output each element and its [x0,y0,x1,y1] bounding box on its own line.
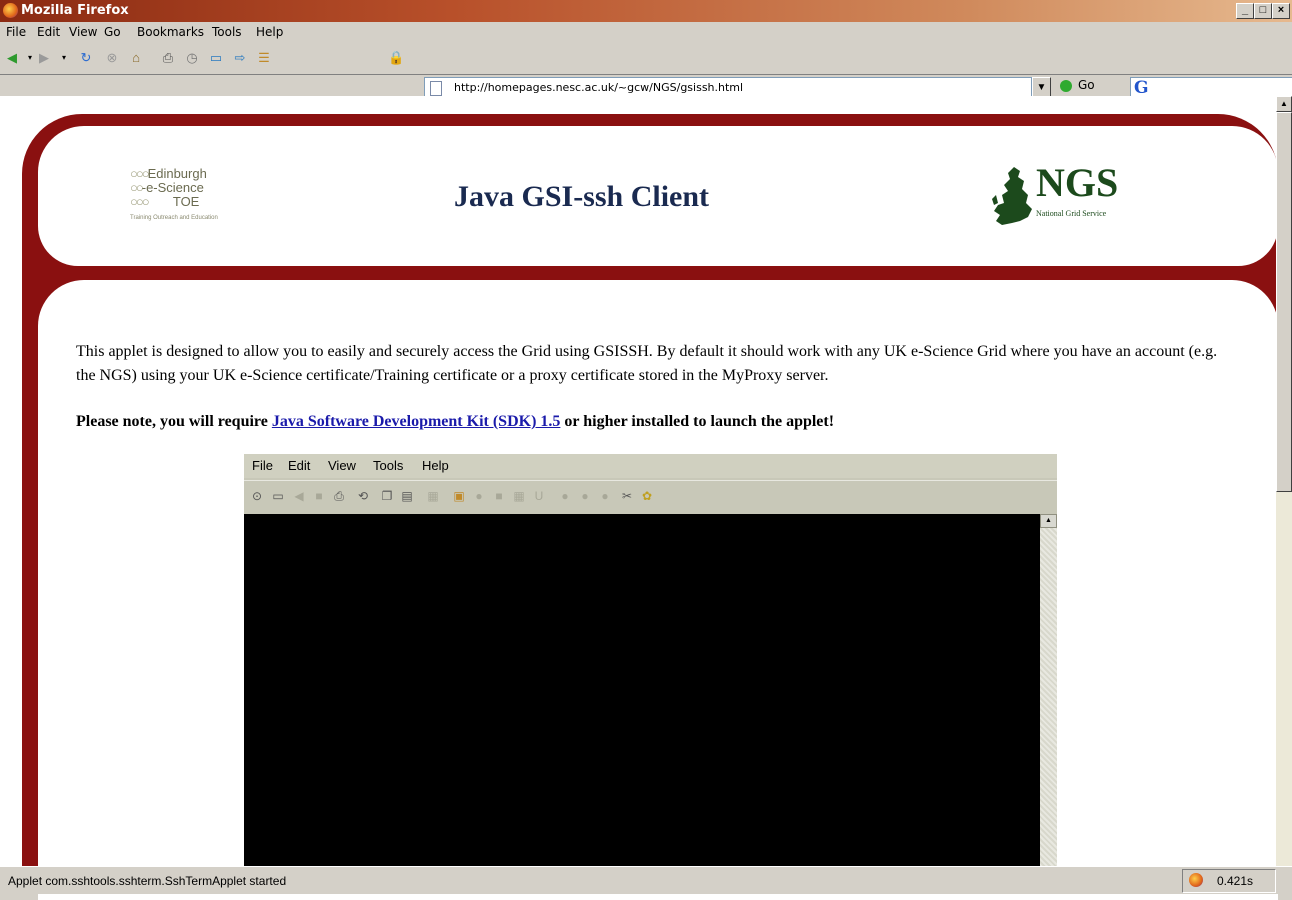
stop-icon[interactable]: ⊗ [104,50,120,66]
status-text: Applet com.sshtools.sshterm.SshTermApple… [8,874,287,888]
page-title: Java GSI-ssh Client [454,180,710,213]
refresh-icon[interactable]: ⟲ [354,487,372,505]
forward-icon[interactable]: ▶ [36,50,52,66]
lock-icon: 🔒 [388,50,405,65]
about-icon[interactable]: ✿ [638,487,656,505]
window-title: Mozilla Firefox [21,3,129,18]
sftp-icon[interactable]: ● [556,487,574,505]
note-prefix: Please note, you will require [76,413,272,430]
scroll-up-icon[interactable]: ▲ [1040,514,1057,528]
shell-icon[interactable]: ● [596,487,614,505]
paste-icon[interactable]: ▤ [398,487,416,505]
new-window-icon[interactable]: ▭ [208,50,224,66]
telnet-icon[interactable]: ● [576,487,594,505]
uk-map-icon [992,167,1032,225]
note-suffix: or higher installed to launch the applet… [560,413,835,430]
scroll-thumb[interactable] [1276,112,1292,492]
applet-menu-bar: File Edit View Tools Help [244,454,1057,478]
tunnel-icon[interactable]: U [530,487,548,505]
settings-icon[interactable]: ✂ [618,487,636,505]
maximize-button[interactable]: □ [1254,3,1272,19]
copy-icon[interactable]: ❐ [378,487,396,505]
menu-view[interactable]: View [69,25,97,39]
applet-menu-file[interactable]: File [252,458,273,473]
menu-bookmarks[interactable]: Bookmarks [137,25,204,39]
page-scrollbar[interactable]: ▲ [1276,96,1292,866]
ssh-applet[interactable]: File Edit View Tools Help ⊙ ▭ ◀ ■ ⎙ ⟲ ❐ … [244,454,1057,866]
clear-icon[interactable]: ▦ [424,487,442,505]
reload-icon[interactable]: ↻ [78,50,94,66]
send-link-icon[interactable]: ⇨ [232,50,248,66]
stop-record-icon[interactable]: ■ [490,487,508,505]
close-button[interactable]: × [1272,3,1290,19]
home-icon[interactable]: ⌂ [128,50,144,66]
requirements-note: Please note, you will require Java Softw… [76,413,1236,431]
status-timing-panel: 0.421s [1182,869,1276,893]
printer-icon[interactable]: ☰ [256,50,272,66]
applet-menu-view[interactable]: View [328,458,356,473]
firefox-icon [3,3,18,18]
key-icon[interactable]: ▣ [450,487,468,505]
page-icon [430,81,442,96]
open-icon[interactable]: ▭ [269,487,287,505]
history-icon[interactable]: ◷ [184,50,200,66]
menu-edit[interactable]: Edit [37,25,60,39]
menu-help[interactable]: Help [256,25,283,39]
back-icon[interactable]: ◀ [4,50,20,66]
connect-icon[interactable]: ⊙ [248,487,266,505]
go-button[interactable]: Go [1060,78,1095,92]
status-timing: 0.421s [1217,874,1254,888]
menu-file[interactable]: File [6,25,26,39]
terminal-scrollbar[interactable]: ▲ [1040,514,1057,866]
menu-go[interactable]: Go [104,25,121,39]
firefox-status-icon [1189,873,1203,887]
playback-icon[interactable]: ▦ [510,487,528,505]
status-bar: Applet com.sshtools.sshterm.SshTermApple… [0,866,1292,894]
disconnect-icon[interactable]: ◀ [290,487,308,505]
ngs-logo-subtitle: National Grid Service [1036,209,1107,218]
go-label: Go [1078,78,1095,92]
window-title-bar[interactable]: Mozilla Firefox _ □ × [0,0,1292,22]
menu-tools[interactable]: Tools [212,25,242,39]
applet-menu-edit[interactable]: Edit [288,458,310,473]
terminal-screen[interactable] [244,514,1040,866]
go-icon [1060,79,1072,92]
url-text: http://homepages.nesc.ac.uk/~gcw/NGS/gsi… [454,81,744,94]
minimize-button[interactable]: _ [1236,3,1254,19]
record-icon[interactable]: ● [470,487,488,505]
java-sdk-link[interactable]: Java Software Development Kit (SDK) 1.5 [272,413,561,430]
edinburgh-escience-logo[interactable]: ○○○Edinburgh ○○-e-Science ○○○ TOE Traini… [130,166,270,230]
applet-menu-help[interactable]: Help [422,458,449,473]
save-icon[interactable]: ■ [310,487,328,505]
ngs-logo-text: NGS [1036,160,1119,205]
scroll-up-icon[interactable]: ▲ [1276,96,1292,112]
applet-toolbar: ⊙ ▭ ◀ ■ ⎙ ⟲ ❐ ▤ ▦ ▣ ● ■ ▦ U ● ● ● ✂ ✿ [244,480,1057,515]
print-icon[interactable]: ⎙ [330,487,348,505]
print-icon[interactable]: ⎙ [160,50,176,66]
google-icon: G [1134,78,1149,98]
forward-dropdown-icon[interactable]: ▾ [56,50,72,66]
applet-menu-tools[interactable]: Tools [373,458,403,473]
ngs-logo[interactable]: NGS National Grid Service [990,160,1140,233]
intro-paragraph: This applet is designed to allow you to … [76,343,1218,384]
menu-bar: File Edit View Go Bookmarks Tools Help [0,22,1292,43]
navigation-toolbar: ◀ ▾ ▶ ▾ ↻ ⊗ ⌂ ⎙ ◷ ▭ ⇨ ☰ 🔒 [0,42,1292,75]
